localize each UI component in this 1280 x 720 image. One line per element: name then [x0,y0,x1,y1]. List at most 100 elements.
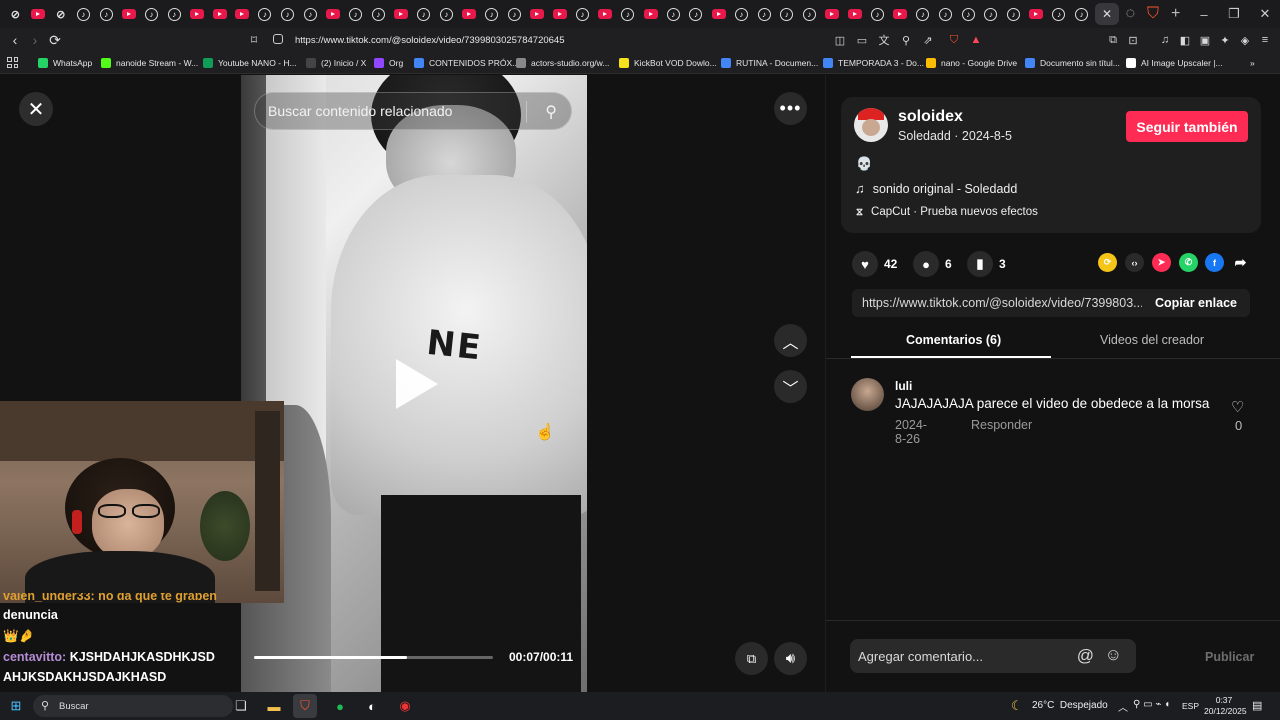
repost-icon[interactable]: ⟳ [1098,253,1117,272]
browser-tab[interactable]: ♪ [503,0,526,28]
browser-tab[interactable]: ♪ [753,0,776,28]
browser-tab[interactable] [707,0,730,28]
comment-avatar[interactable] [851,378,884,411]
site-info-icon[interactable] [273,34,283,44]
prev-video-button[interactable]: ︿ [774,324,807,357]
browser-tab[interactable]: ♪ [798,0,821,28]
facebook-icon[interactable]: f [1205,253,1224,272]
bookmark-item[interactable]: Youtube NANO - H... [203,56,297,70]
bookmark-icon[interactable]: ⌑ [244,30,264,50]
browser-tab[interactable]: ♪ [934,0,957,28]
browser-tab[interactable]: ♪ [163,0,186,28]
browser-tab[interactable]: ♪ [957,0,980,28]
back-icon[interactable]: ‹ [5,30,25,50]
minimize-button[interactable]: – [1188,0,1220,28]
browser-tab[interactable]: ♪ [1048,0,1071,28]
menu-icon[interactable]: ≡ [1257,32,1273,48]
bookmark-item[interactable]: CONTENIDOS PRÓX... [414,56,519,70]
publish-button[interactable]: Publicar [1205,650,1254,664]
copy-link-button[interactable]: Copiar enlace [1142,289,1250,317]
browser-tab[interactable]: ♪ [912,0,935,28]
cast-icon[interactable]: ▭ [854,32,870,48]
reload-icon[interactable]: ⟳ [45,30,65,50]
browser-tab[interactable] [231,0,254,28]
app-icon[interactable]: ◐ [360,694,384,718]
brave-shield-icon[interactable]: ⛉ [946,32,962,48]
new-tab-icon[interactable]: + [1164,0,1187,28]
browser-tab[interactable]: ♪ [254,0,277,28]
progress-bar[interactable] [254,656,493,659]
browser-tab[interactable]: ♪ [730,0,753,28]
browser-tab[interactable] [390,0,413,28]
play-icon[interactable] [396,359,438,409]
bookmark-item[interactable]: RUTINA - Documen... [721,56,818,70]
maximize-button[interactable]: ❐ [1218,0,1250,28]
browser-tab[interactable]: ♪ [571,0,594,28]
browser-tab[interactable]: ♪ [866,0,889,28]
browser-tab[interactable]: ♪ [299,0,322,28]
browser-tab[interactable] [1025,0,1048,28]
bookmark-item[interactable]: nanoide Stream - W... [101,56,198,70]
browser-tab[interactable]: ♪ [980,0,1003,28]
browser-tab[interactable]: ♪ [140,0,163,28]
browser-tab[interactable]: ♪ [775,0,798,28]
heart-icon[interactable]: ♥ [852,251,878,277]
bookmark-item[interactable]: TEMPORADA 3 - Do... [823,56,924,70]
reply-button[interactable]: Responder [971,418,1032,432]
comment-icon[interactable]: ● [913,251,939,277]
media-icon[interactable]: ♫ [1157,32,1173,48]
browser-tab[interactable] [843,0,866,28]
browser-tab[interactable]: ♪ [367,0,390,28]
wallet-icon[interactable]: ▣ [1197,32,1213,48]
browser-tab[interactable]: ♪ [95,0,118,28]
close-button[interactable]: ✕ [19,92,53,126]
tab-comments[interactable]: Comentarios (6) [906,333,1001,347]
language-indicator[interactable]: ESP [1182,701,1199,711]
active-tab-close-icon[interactable]: ✕ [1095,3,1119,25]
search-input[interactable]: Buscar contenido relacionado ⚲ [254,92,572,130]
sidebar-icon[interactable]: ◧ [1177,32,1193,48]
browser-tab[interactable]: ◌ [1119,0,1142,28]
whatsapp-icon[interactable]: ✆ [1179,253,1198,272]
browser-tab[interactable] [186,0,209,28]
embed-icon[interactable]: ‹› [1125,253,1144,272]
save-stat[interactable]: ▮ 3 [967,251,1006,277]
browser-tab[interactable] [526,0,549,28]
zoom-icon[interactable]: ⚲ [898,32,914,48]
browser-tab[interactable] [549,0,572,28]
tray-icons[interactable]: ⚲ ▭ ⌁ ◖ [1133,699,1170,710]
file-explorer-icon[interactable]: ▬ [262,694,286,718]
browser-tab[interactable]: ♪ [1002,0,1025,28]
browser-tab[interactable] [322,0,345,28]
bookmark-item[interactable]: (2) Inicio / X [306,56,366,70]
more-options-icon[interactable]: ••• [774,92,807,125]
pip-icon[interactable]: ⧉ [735,642,768,675]
tab-creator-videos[interactable]: Videos del creador [1100,333,1204,347]
bookmark-icon[interactable]: ▮ [967,251,993,277]
reader-icon[interactable]: ◫ [832,32,848,48]
browser-tab[interactable]: ♪ [1070,0,1093,28]
tray-chevron-icon[interactable]: ︿ [1118,699,1128,714]
browser-tab[interactable] [208,0,231,28]
brave-taskbar-icon[interactable]: ⛉ [293,694,317,718]
bookmarks-overflow-icon[interactable]: » [1250,56,1255,70]
translate-icon[interactable]: 文 [876,32,892,48]
taskbar-search[interactable]: ⚲ Buscar [33,695,233,717]
share-icon[interactable]: ⇗ [920,32,936,48]
browser-tab[interactable]: ♪ [412,0,435,28]
task-view-icon[interactable]: ❏ [229,694,253,718]
clock[interactable]: 0:37 20/12/2025 [1204,695,1247,717]
close-window-button[interactable]: ✕ [1249,0,1280,28]
bookmark-item[interactable]: AI Image Upscaler |... [1126,56,1223,70]
sound-link[interactable]: ♫ sonido original - Soledadd [855,181,1017,196]
apps-icon[interactable] [7,57,18,68]
browser-tab[interactable]: ♪ [72,0,95,28]
volume-icon[interactable]: 🔊︎ [774,642,807,675]
bookmark-item[interactable]: nano - Google Drive [926,56,1017,70]
browser-tab[interactable]: ♪ [685,0,708,28]
follow-button[interactable]: Seguir también [1126,111,1248,142]
forward-icon[interactable]: › [25,30,45,50]
weather-text[interactable]: 26°C Despejado [1032,700,1108,711]
capcut-link[interactable]: ⧖ CapCut · Prueba nuevos efectos [856,206,1038,218]
share-arrow-icon[interactable]: ➦ [1231,253,1250,272]
